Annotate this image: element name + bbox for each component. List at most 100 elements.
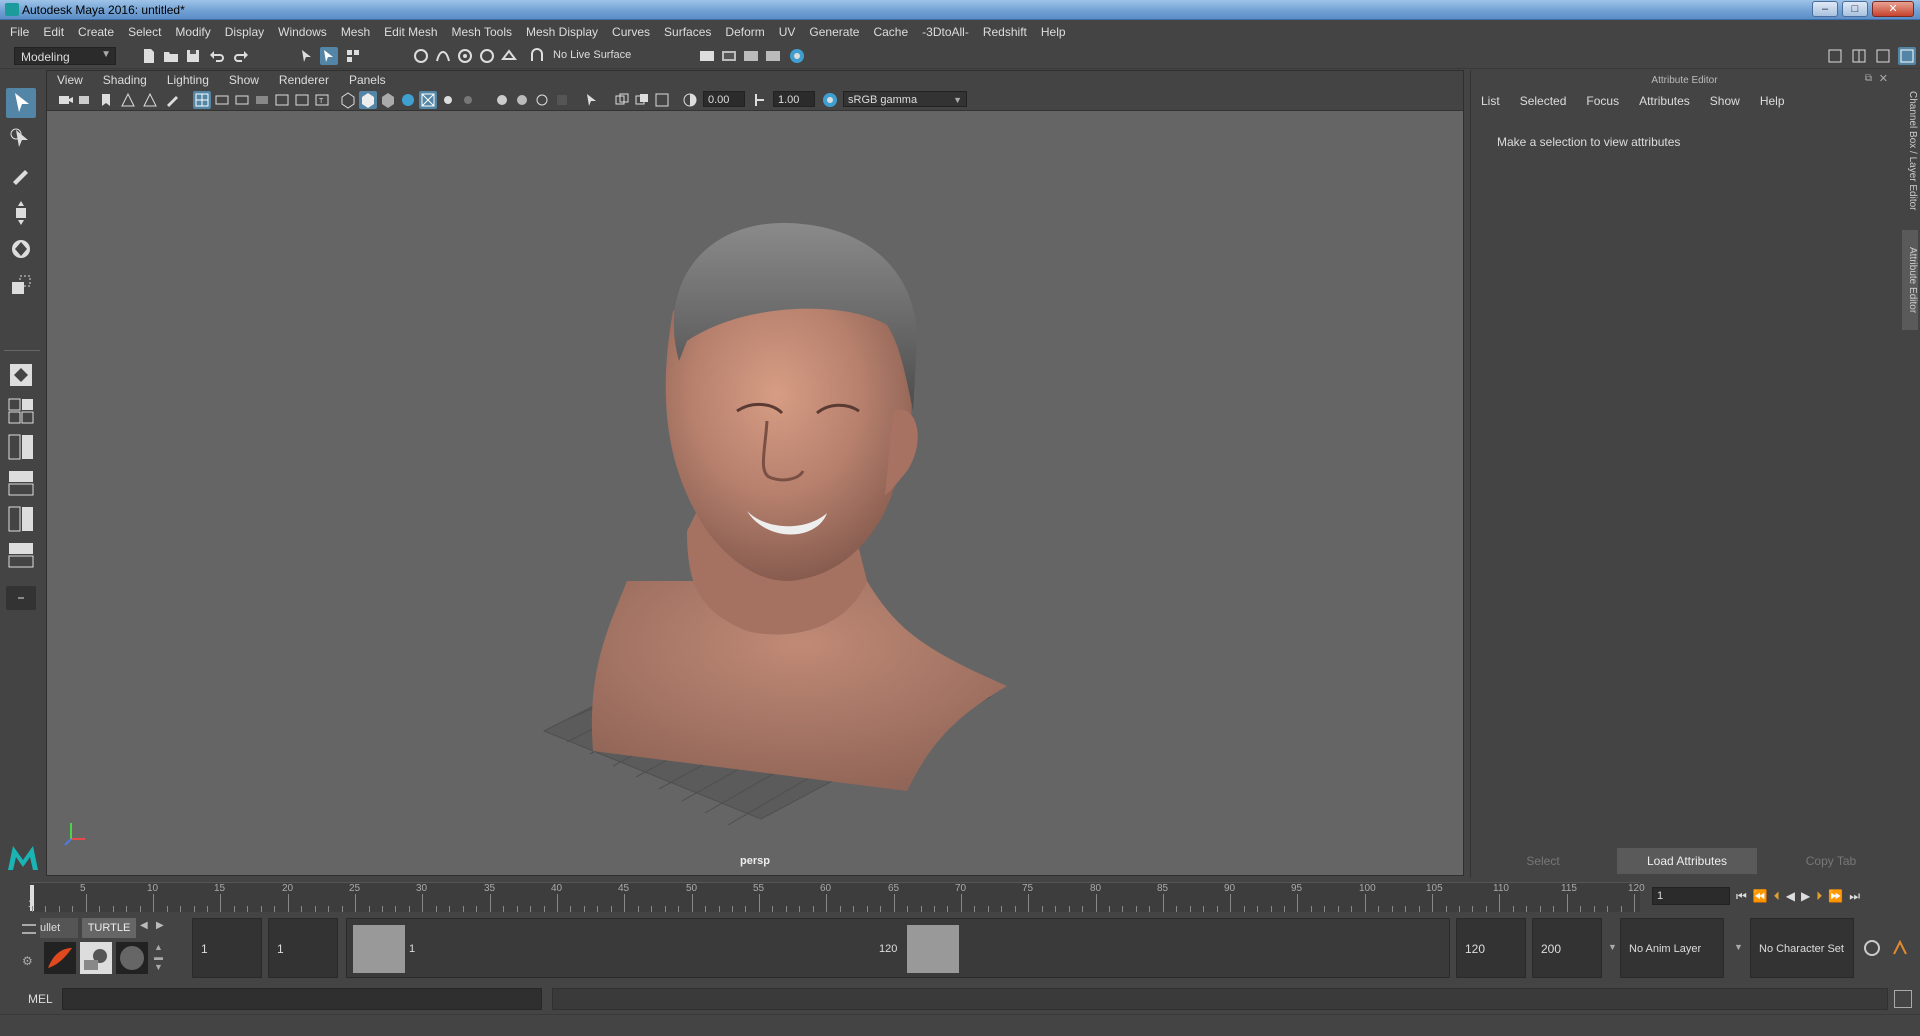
- menuset-dropdown[interactable]: Modeling ▼: [14, 47, 116, 65]
- close-button[interactable]: ✕: [1872, 1, 1914, 17]
- range-end-handle[interactable]: [907, 925, 959, 973]
- scene-end-frame-field[interactable]: 200: [1532, 918, 1602, 978]
- attr-menu-attributes[interactable]: Attributes: [1639, 94, 1690, 108]
- attr-menu-help[interactable]: Help: [1760, 94, 1785, 108]
- paint-select-tool-icon[interactable]: [6, 160, 36, 190]
- select-component-icon[interactable]: [344, 47, 362, 65]
- play-forward-icon[interactable]: ▶: [1801, 889, 1810, 903]
- menu-mesh[interactable]: Mesh: [341, 25, 370, 39]
- menu-redshift[interactable]: Redshift: [983, 25, 1027, 39]
- toggle-panels-icon[interactable]: [1850, 47, 1868, 65]
- attr-menu-selected[interactable]: Selected: [1520, 94, 1567, 108]
- render-view-icon[interactable]: [698, 47, 716, 65]
- menu-modify[interactable]: Modify: [175, 25, 210, 39]
- viewport-menu-shading[interactable]: Shading: [103, 73, 147, 87]
- exposure-icon[interactable]: [681, 91, 699, 109]
- menu-file[interactable]: File: [10, 25, 29, 39]
- viewport-menu-panels[interactable]: Panels: [349, 73, 386, 87]
- two-d-pan-icon[interactable]: [141, 91, 159, 109]
- toggle-attribute-editor-icon[interactable]: [1898, 47, 1916, 65]
- default-material-icon[interactable]: [379, 91, 397, 109]
- layout-two-side-icon[interactable]: [6, 432, 36, 462]
- render-settings-icon[interactable]: [764, 47, 782, 65]
- gate-mask-icon[interactable]: [253, 91, 271, 109]
- viewport-menu-view[interactable]: View: [57, 73, 83, 87]
- character-set-chevron-icon[interactable]: ▼: [1734, 942, 1743, 952]
- float-panel-icon[interactable]: ⧉: [1865, 73, 1872, 84]
- step-forward-frame-icon[interactable]: ⏵: [1816, 889, 1822, 904]
- layout-outliner-icon[interactable]: [6, 504, 36, 534]
- view-transform-dropdown[interactable]: sRGB gamma ▼: [843, 91, 967, 107]
- open-scene-icon[interactable]: [162, 47, 180, 65]
- safe-title-icon[interactable]: T: [313, 91, 331, 109]
- xray-joints-icon[interactable]: [633, 91, 651, 109]
- anim-layer-chevron-icon[interactable]: ▼: [1608, 942, 1617, 952]
- exposure-field[interactable]: 0.00: [703, 91, 745, 107]
- play-backward-icon[interactable]: ◀: [1786, 889, 1795, 903]
- ipr-render-icon[interactable]: [742, 47, 760, 65]
- script-editor-icon[interactable]: [1894, 990, 1912, 1008]
- safe-action-icon[interactable]: [293, 91, 311, 109]
- range-slider-track[interactable]: 1 120: [346, 918, 1450, 978]
- textured-icon[interactable]: [419, 91, 437, 109]
- new-scene-icon[interactable]: [140, 47, 158, 65]
- menu-create[interactable]: Create: [78, 25, 114, 39]
- snap-grid-icon[interactable]: [412, 47, 430, 65]
- xray-icon[interactable]: [613, 91, 631, 109]
- command-input[interactable]: [62, 988, 542, 1010]
- attribute-editor-tab[interactable]: Attribute Editor: [1902, 230, 1918, 330]
- camera-select-icon[interactable]: [57, 91, 75, 109]
- grid-toggle-icon[interactable]: [193, 91, 211, 109]
- step-forward-key-icon[interactable]: ⏩: [1828, 889, 1843, 903]
- undo-icon[interactable]: [208, 47, 226, 65]
- range-start-handle[interactable]: [353, 925, 405, 973]
- snap-point-icon[interactable]: [456, 47, 474, 65]
- hypershade-icon[interactable]: [788, 47, 806, 65]
- menu-generate[interactable]: Generate: [809, 25, 859, 39]
- menu-curves[interactable]: Curves: [612, 25, 650, 39]
- gamma-field[interactable]: 1.00: [773, 91, 815, 107]
- select-tool-icon[interactable]: [6, 88, 36, 118]
- layout-single-icon[interactable]: [6, 360, 36, 390]
- playback-start-frame-field[interactable]: 1: [268, 918, 338, 978]
- menu-mesh-tools[interactable]: Mesh Tools: [452, 25, 512, 39]
- toggle-outliner-icon[interactable]: [1874, 47, 1892, 65]
- lasso-tool-icon[interactable]: [6, 124, 36, 154]
- step-back-key-icon[interactable]: ⏪: [1753, 889, 1768, 903]
- viewport-menu-lighting[interactable]: Lighting: [167, 73, 209, 87]
- attr-menu-focus[interactable]: Focus: [1586, 94, 1619, 108]
- wireframe-icon[interactable]: [339, 91, 357, 109]
- time-slider-bar[interactable]: 1 5 10 15 20 25 30 35 40 45 50 55 60 65 70 75 80 85 90 95 1…: [28, 882, 1645, 912]
- viewport-menu-show[interactable]: Show: [229, 73, 259, 87]
- menu-uv[interactable]: UV: [779, 25, 796, 39]
- layout-two-stack-icon[interactable]: [6, 468, 36, 498]
- attr-menu-show[interactable]: Show: [1710, 94, 1740, 108]
- shelf-scroll-left-icon[interactable]: ◀: [140, 920, 148, 931]
- load-attributes-button[interactable]: Load Attributes: [1617, 848, 1757, 874]
- menu-cache[interactable]: Cache: [873, 25, 908, 39]
- layout-graph-icon[interactable]: [6, 540, 36, 570]
- shelf-scroll-icon[interactable]: ▲ ▬ ▼: [154, 942, 163, 972]
- menu-windows[interactable]: Windows: [278, 25, 327, 39]
- playback-end-frame-field[interactable]: 120: [1456, 918, 1526, 978]
- menu-select[interactable]: Select: [128, 25, 161, 39]
- live-surface-field[interactable]: No Live Surface: [553, 49, 631, 61]
- grease-pencil-icon[interactable]: [163, 91, 181, 109]
- scene-start-frame-field[interactable]: 1: [192, 918, 262, 978]
- shelf-tab-bullet[interactable]: ullet: [40, 918, 78, 938]
- menu-help[interactable]: Help: [1041, 25, 1066, 39]
- camera-lock-icon[interactable]: [77, 91, 95, 109]
- field-chart-icon[interactable]: [273, 91, 291, 109]
- attr-menu-list[interactable]: List: [1481, 94, 1500, 108]
- menu-edit-mesh[interactable]: Edit Mesh: [384, 25, 437, 39]
- menu-mesh-display[interactable]: Mesh Display: [526, 25, 598, 39]
- toolbox-collapse-button[interactable]: [6, 586, 36, 610]
- anim-preferences-icon[interactable]: [1890, 938, 1910, 958]
- render-frame-icon[interactable]: [720, 47, 738, 65]
- isolate-select-icon[interactable]: [583, 91, 601, 109]
- redo-icon[interactable]: [232, 47, 250, 65]
- viewport-menu-renderer[interactable]: Renderer: [279, 73, 329, 87]
- anim-layer-dropdown[interactable]: No Anim Layer: [1620, 918, 1724, 978]
- color-management-icon[interactable]: [821, 91, 839, 109]
- image-plane-icon[interactable]: [119, 91, 137, 109]
